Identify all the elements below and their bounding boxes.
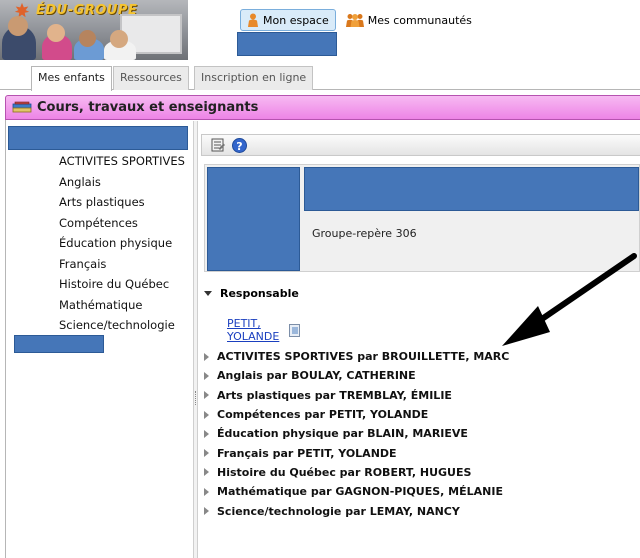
subject-item[interactable]: Mathématique bbox=[59, 298, 185, 319]
subject-item[interactable]: Arts plastiques bbox=[59, 195, 185, 216]
subject-item[interactable]: Histoire du Québec bbox=[59, 277, 185, 298]
edu-groupe-logo[interactable]: ÉDU-GROUPE bbox=[0, 0, 188, 60]
top-nav: Mon espace Mes communautés bbox=[240, 9, 478, 31]
expand-triangle-icon[interactable] bbox=[204, 449, 209, 458]
expand-triangle-icon[interactable] bbox=[204, 487, 209, 496]
course-label: Mathématique par GAGNON-PIQUES, MÉLANIE bbox=[217, 485, 503, 499]
expand-triangle-icon[interactable] bbox=[204, 468, 209, 477]
contact-card-icon[interactable] bbox=[288, 323, 301, 337]
user-name-redacted bbox=[237, 32, 337, 56]
course-item[interactable]: Arts plastiques par TREMBLAY, ÉMILIE bbox=[204, 386, 509, 405]
logo-head bbox=[110, 30, 128, 48]
community-icon bbox=[345, 14, 364, 27]
course-item[interactable]: Compétences par PETIT, YOLANDE bbox=[204, 405, 509, 424]
subject-item[interactable]: Éducation physique bbox=[59, 236, 185, 257]
tab-ressources[interactable]: Ressources bbox=[113, 66, 189, 90]
child-name-redacted bbox=[8, 126, 188, 150]
mes-communautes-label: Mes communautés bbox=[367, 13, 472, 27]
expand-triangle-icon[interactable] bbox=[204, 507, 209, 516]
mes-communautes-button[interactable]: Mes communautés bbox=[340, 9, 478, 31]
course-label: Éducation physique par BLAIN, MARIEVE bbox=[217, 427, 468, 441]
course-item[interactable]: Français par PETIT, YOLANDE bbox=[204, 443, 509, 462]
student-photo-redacted bbox=[207, 167, 300, 271]
responsable-entry: PETIT, YOLANDE bbox=[227, 317, 301, 343]
expand-triangle-icon[interactable] bbox=[204, 371, 209, 380]
detail-toolbar: ? bbox=[201, 134, 640, 156]
course-label: Compétences par PETIT, YOLANDE bbox=[217, 408, 429, 422]
course-label: Anglais par BOULAY, CATHERINE bbox=[217, 369, 416, 383]
mon-espace-button[interactable]: Mon espace bbox=[240, 9, 336, 31]
group-label: Groupe-repère 306 bbox=[312, 227, 417, 240]
collapse-triangle-icon[interactable] bbox=[204, 291, 212, 296]
course-item[interactable]: ACTIVITES SPORTIVES par BROUILLETTE, MAR… bbox=[204, 347, 509, 366]
notes-icon[interactable] bbox=[210, 137, 226, 153]
responsable-header[interactable]: Responsable bbox=[204, 287, 299, 300]
expand-triangle-icon[interactable] bbox=[204, 429, 209, 438]
redacted-item bbox=[14, 335, 104, 353]
course-label: Science/technologie par LEMAY, NANCY bbox=[217, 504, 460, 518]
course-label: Français par PETIT, YOLANDE bbox=[217, 446, 397, 460]
course-item[interactable]: Science/technologie par LEMAY, NANCY bbox=[204, 501, 509, 520]
tab-mes-enfants[interactable]: Mes enfants bbox=[31, 66, 112, 91]
tab-inscription-en-ligne[interactable]: Inscription en ligne bbox=[194, 66, 314, 90]
subject-item[interactable]: Compétences bbox=[59, 216, 185, 237]
panel-title: Cours, travaux et enseignants bbox=[37, 100, 259, 115]
subject-item[interactable]: Français bbox=[59, 257, 185, 278]
subject-item[interactable]: ACTIVITES SPORTIVES bbox=[59, 154, 185, 175]
course-label: ACTIVITES SPORTIVES par BROUILLETTE, MAR… bbox=[217, 350, 510, 364]
main-tabs: Mes enfants Ressources Inscription en li… bbox=[0, 62, 640, 91]
course-item[interactable]: Éducation physique par BLAIN, MARIEVE bbox=[204, 424, 509, 443]
subject-list: ACTIVITES SPORTIVES Anglais Arts plastique… bbox=[59, 154, 185, 339]
annotation-arrow-icon bbox=[502, 253, 637, 346]
subject-item[interactable]: Anglais bbox=[59, 175, 185, 196]
logo-head bbox=[79, 30, 96, 47]
course-item[interactable]: Anglais par BOULAY, CATHERINE bbox=[204, 366, 509, 385]
course-label: Histoire du Québec par ROBERT, HUGUES bbox=[217, 465, 472, 479]
help-icon[interactable]: ? bbox=[232, 137, 247, 153]
subject-pane: ACTIVITES SPORTIVES Anglais Arts plastique… bbox=[6, 121, 192, 558]
logo-head bbox=[8, 16, 28, 36]
splitter-grip[interactable] bbox=[195, 391, 197, 405]
expand-triangle-icon[interactable] bbox=[204, 410, 209, 419]
course-item[interactable]: Mathématique par GAGNON-PIQUES, MÉLANIE bbox=[204, 482, 509, 501]
panel-header: Cours, travaux et enseignants bbox=[5, 95, 640, 120]
books-icon bbox=[12, 101, 32, 112]
logo-head bbox=[47, 24, 65, 42]
responsable-link[interactable]: PETIT, YOLANDE bbox=[227, 317, 285, 343]
responsable-section: Responsable PETIT, YOLANDE bbox=[204, 287, 301, 343]
person-icon bbox=[248, 13, 258, 27]
course-item[interactable]: Histoire du Québec par ROBERT, HUGUES bbox=[204, 463, 509, 482]
course-label: Arts plastiques par TREMBLAY, ÉMILIE bbox=[217, 388, 452, 402]
expand-triangle-icon[interactable] bbox=[204, 352, 209, 361]
mon-espace-label: Mon espace bbox=[263, 13, 329, 27]
responsable-label: Responsable bbox=[220, 287, 299, 300]
pane-splitter[interactable] bbox=[193, 121, 198, 558]
student-name-redacted bbox=[304, 167, 639, 211]
expand-triangle-icon[interactable] bbox=[204, 391, 209, 400]
app-root: ÉDU-GROUPE Mon espace Mes communautés Me… bbox=[0, 0, 640, 558]
course-list: ACTIVITES SPORTIVES par BROUILLETTE, MAR… bbox=[204, 347, 509, 521]
